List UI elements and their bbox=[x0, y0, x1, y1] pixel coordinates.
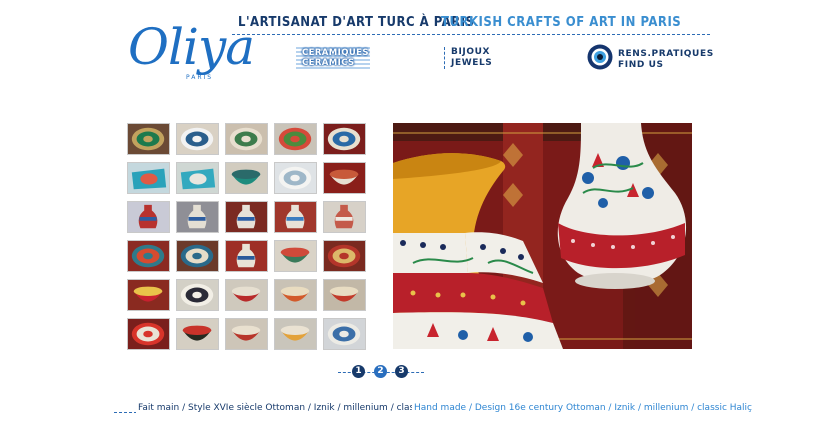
gallery-thumbnail[interactable] bbox=[127, 201, 170, 233]
footer-caption: Fait main / Style XVIe siècle Ottoman / … bbox=[114, 403, 754, 419]
gallery-thumbnail[interactable] bbox=[127, 279, 170, 311]
nav-find-us[interactable]: RENS.PRATIQUES FIND US bbox=[618, 49, 714, 71]
thumbnail-grid bbox=[127, 123, 368, 350]
logo-script: Oliya bbox=[128, 18, 255, 76]
tagline-english: TURKISH CRAFTS OF ART IN PARIS bbox=[441, 15, 682, 30]
gallery-thumbnail[interactable] bbox=[176, 162, 219, 194]
nav-jewels-label-en: JEWELS bbox=[451, 58, 493, 68]
nav-find-us-label-fr: RENS.PRATIQUES bbox=[618, 49, 714, 59]
gallery-thumbnail[interactable] bbox=[274, 162, 317, 194]
page-1-button[interactable]: 1 bbox=[352, 365, 365, 378]
gallery-thumbnail[interactable] bbox=[274, 279, 317, 311]
gallery-thumbnail[interactable] bbox=[323, 279, 366, 311]
gallery-thumbnail[interactable] bbox=[176, 318, 219, 350]
nav-ceramics[interactable]: CERAMIQUES CERAMICS bbox=[296, 47, 370, 71]
gallery-thumbnail[interactable] bbox=[323, 123, 366, 155]
gallery-thumbnail[interactable] bbox=[176, 123, 219, 155]
header-divider bbox=[232, 34, 710, 35]
gallery-thumbnail[interactable] bbox=[176, 201, 219, 233]
tagline-french: L'ARTISANAT D'ART TURC À PARIS bbox=[238, 15, 475, 30]
pagination: 1 2 3 bbox=[338, 363, 424, 381]
gallery-thumbnail[interactable] bbox=[127, 318, 170, 350]
nav-ceramics-label: CERAMIQUES CERAMICS bbox=[302, 48, 369, 68]
gallery-thumbnail[interactable] bbox=[225, 318, 268, 350]
gallery-thumbnail[interactable] bbox=[127, 123, 170, 155]
evil-eye-icon[interactable] bbox=[587, 44, 613, 70]
gallery-thumbnail[interactable] bbox=[225, 240, 268, 272]
nav-jewels[interactable]: BIJOUX JEWELS bbox=[444, 47, 492, 69]
gallery-thumbnail[interactable] bbox=[323, 162, 366, 194]
gallery-thumbnail[interactable] bbox=[274, 123, 317, 155]
gallery-thumbnail[interactable] bbox=[225, 162, 268, 194]
gallery-thumbnail[interactable] bbox=[225, 123, 268, 155]
gallery-thumbnail[interactable] bbox=[176, 279, 219, 311]
logo[interactable]: Oliya PARIS bbox=[128, 16, 255, 100]
gallery-thumbnail[interactable] bbox=[323, 201, 366, 233]
gallery-thumbnail[interactable] bbox=[127, 162, 170, 194]
gallery-thumbnail[interactable] bbox=[323, 318, 366, 350]
logo-city: PARIS bbox=[186, 74, 214, 81]
nav-ceramics-label-fr: CERAMIQUES bbox=[302, 48, 369, 58]
gallery-thumbnail[interactable] bbox=[323, 240, 366, 272]
page-2-button[interactable]: 2 bbox=[374, 365, 387, 378]
gallery-thumbnail[interactable] bbox=[127, 240, 170, 272]
gallery-thumbnail[interactable] bbox=[274, 318, 317, 350]
main-photo bbox=[393, 123, 692, 349]
nav-jewels-label-fr: BIJOUX bbox=[451, 47, 491, 57]
gallery-thumbnail[interactable] bbox=[225, 201, 268, 233]
page-3-button[interactable]: 3 bbox=[395, 365, 408, 378]
caption-english: Hand made / Design 16e century Ottoman /… bbox=[412, 403, 754, 413]
nav-find-us-label-en: FIND US bbox=[618, 60, 664, 70]
gallery-thumbnail[interactable] bbox=[274, 240, 317, 272]
gallery-thumbnail[interactable] bbox=[274, 201, 317, 233]
gallery-thumbnail[interactable] bbox=[176, 240, 219, 272]
nav-ceramics-label-en: CERAMICS bbox=[302, 58, 355, 68]
gallery-thumbnail[interactable] bbox=[225, 279, 268, 311]
